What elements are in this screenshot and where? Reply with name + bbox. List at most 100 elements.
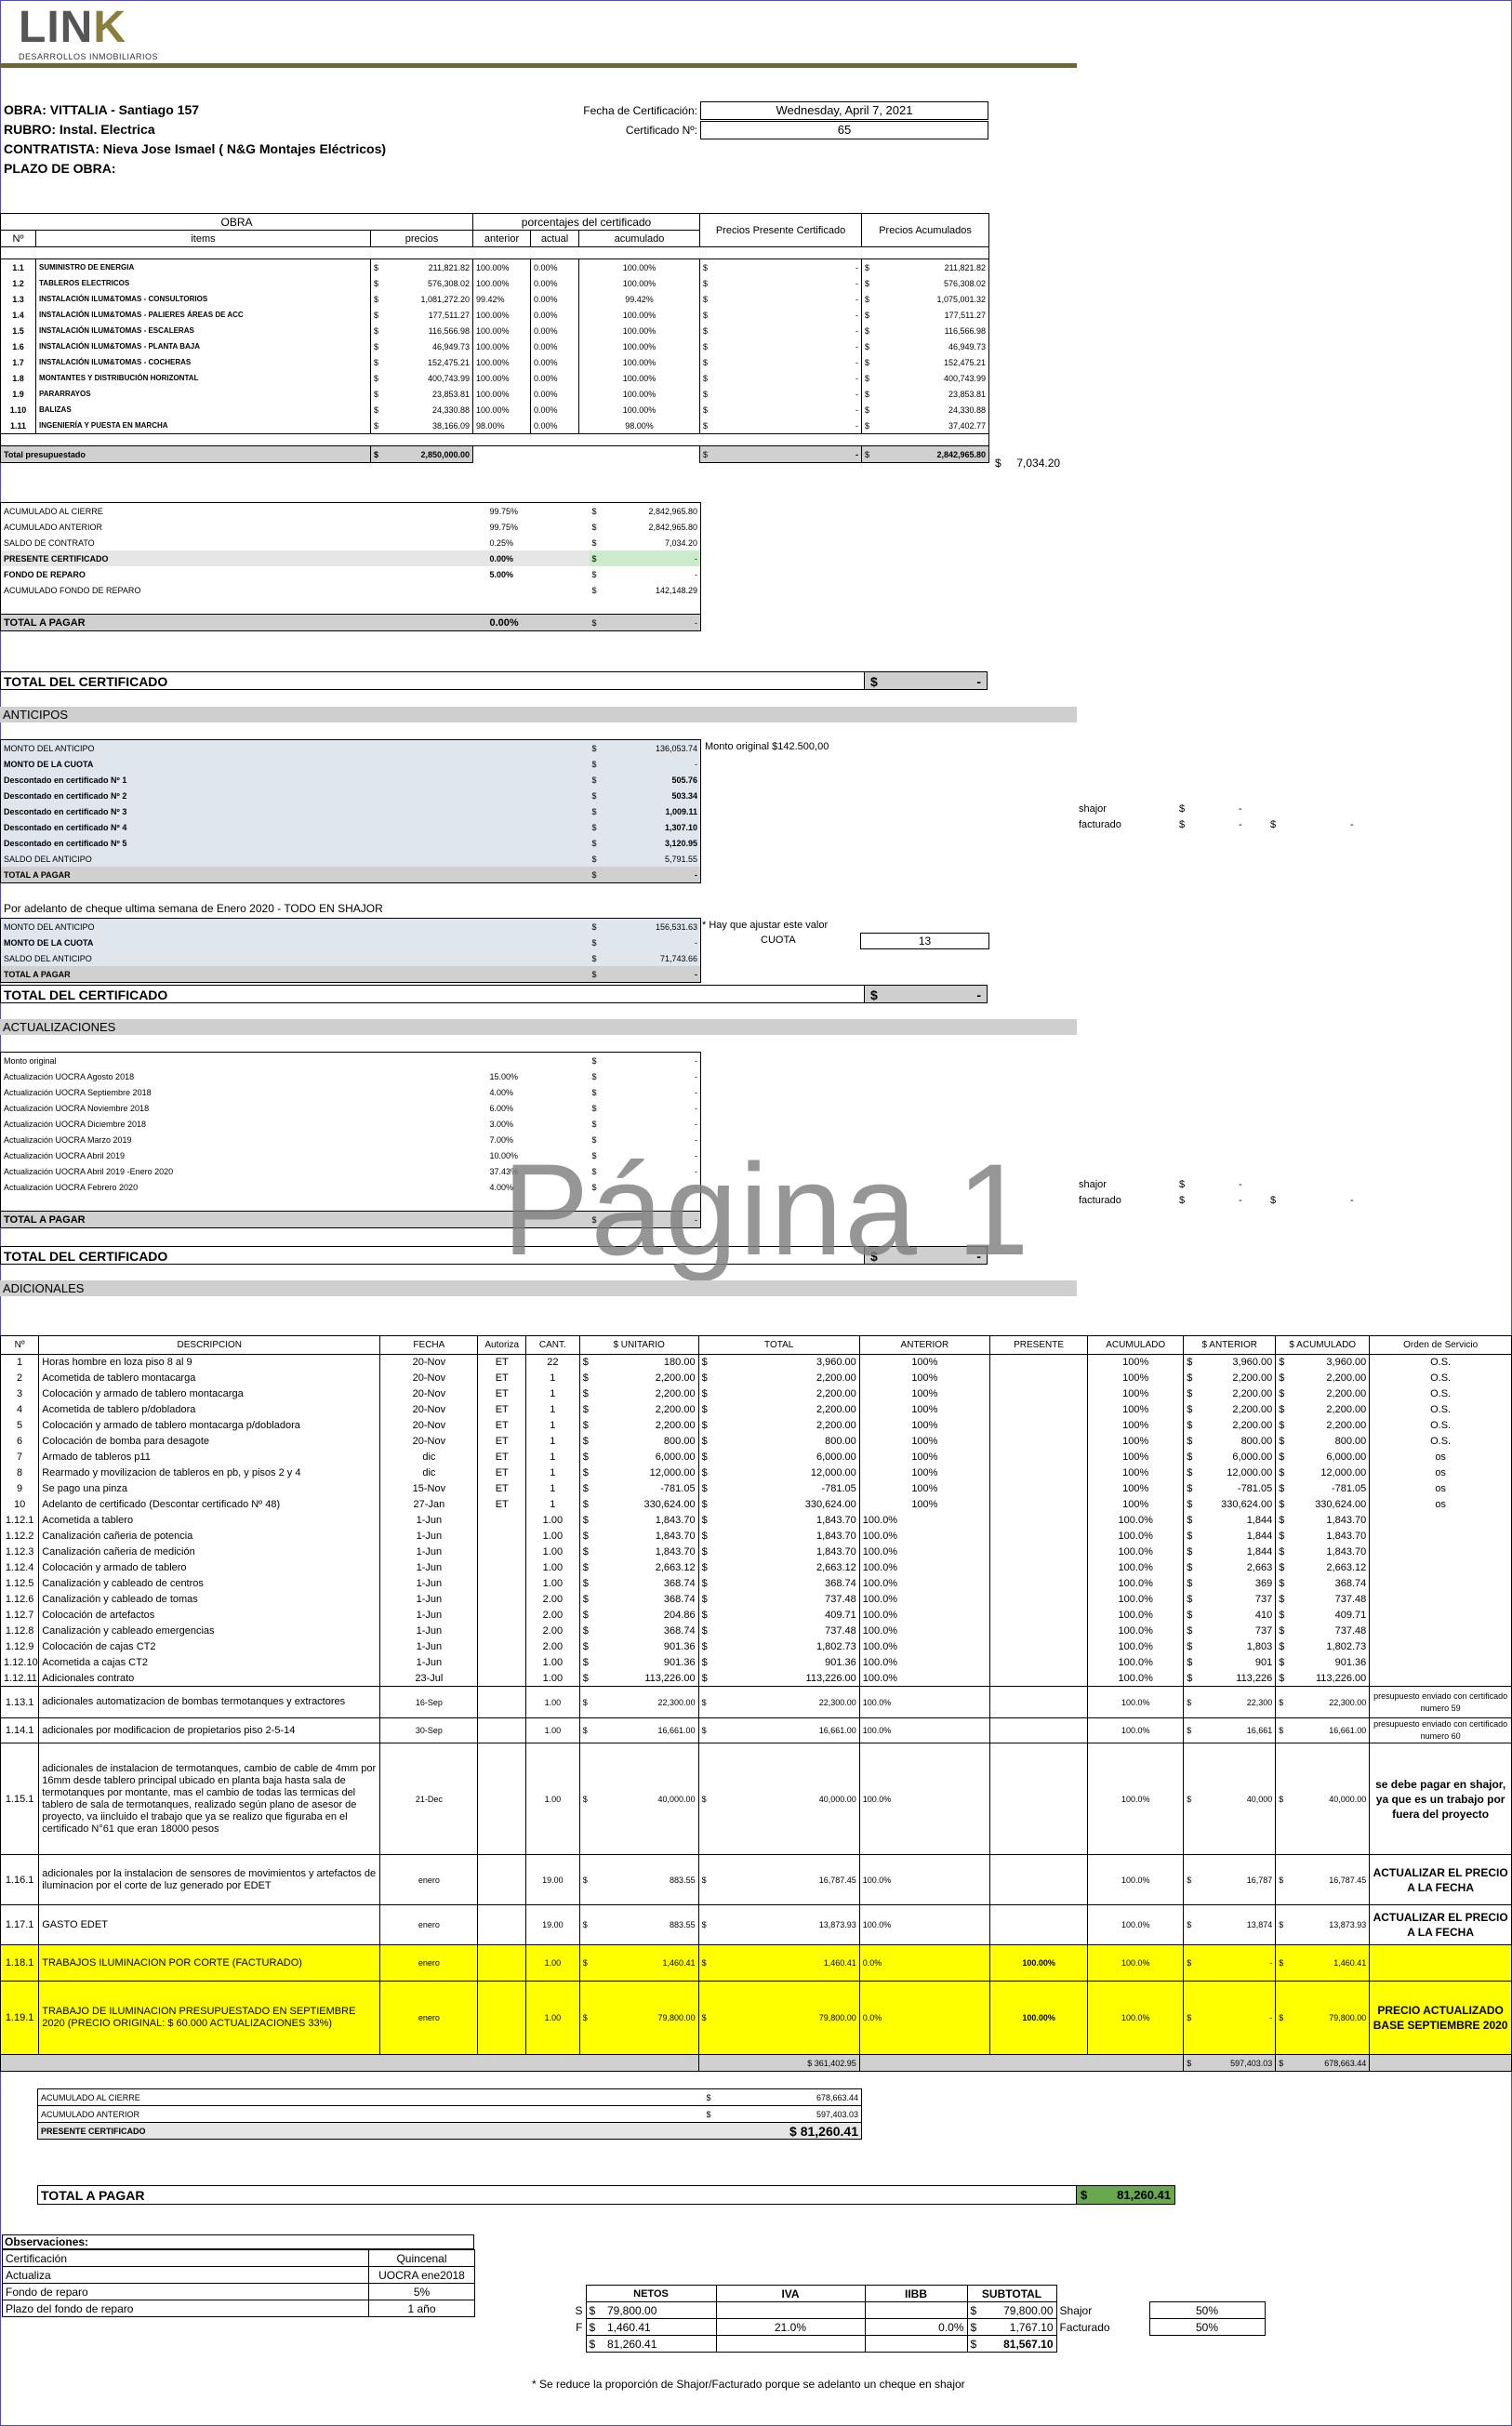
- pct-anterior: 100.00%: [472, 354, 531, 370]
- anticipo-label: MONTO DE LA CUOTA: [0, 756, 590, 772]
- adicional-row: 7 Armado de tableros p11 dic ET 1 $6,000.00 $6…: [0, 1449, 1512, 1465]
- adicional-unitario: 6,000.00: [655, 1452, 696, 1463]
- currency-symbol: $: [1275, 1449, 1295, 1465]
- item-name: INSTALACIÓN ILUM&TOMAS - CONSULTORIOS: [35, 291, 371, 307]
- adicional-autoriza: ET: [477, 1417, 526, 1434]
- item-price: $576,308.02: [370, 275, 473, 291]
- anticipo-label: TOTAL A PAGAR: [0, 867, 590, 883]
- adicional-acumulado: 100.0%: [1087, 1670, 1184, 1687]
- currency-symbol: $: [699, 323, 723, 338]
- currency-symbol: $: [585, 2301, 604, 2319]
- adicional-cantidad: 1.00: [525, 1670, 580, 1687]
- currency-symbol: $: [1183, 1944, 1203, 1982]
- spacer-row: [0, 246, 990, 259]
- cert-number-label: Certificado Nº:: [625, 124, 697, 137]
- observacion-value: 5%: [368, 2283, 475, 2300]
- orden-servicio: O.S.: [1369, 1401, 1512, 1418]
- adicional-fecha: 20-Nov: [379, 1417, 478, 1434]
- orden-servicio: O.S.: [1369, 1385, 1512, 1402]
- adicional-total: 12,000.00: [810, 1467, 856, 1478]
- cert-number-value: 65: [700, 121, 988, 139]
- item-price: $23,853.81: [370, 386, 473, 402]
- adicional-unitario: 180.00: [663, 1357, 696, 1369]
- adicional-fecha: 20-Nov: [379, 1354, 478, 1371]
- item-number: 1.8: [0, 370, 36, 386]
- adicional-autoriza: [477, 1591, 526, 1608]
- adicional-presente: [988, 1528, 1088, 1544]
- currency-symbol: $: [1275, 1686, 1295, 1718]
- adicional-anterior: 100.0%: [858, 1512, 990, 1529]
- currency-symbol: $: [861, 291, 884, 307]
- adicional-total: 16,661.00: [717, 1717, 860, 1743]
- adicional-fecha: enero: [379, 1944, 478, 1982]
- adicional-cantidad: 1.00: [525, 1944, 580, 1982]
- orden-servicio: [1369, 1512, 1512, 1529]
- currency-symbol: $: [374, 373, 379, 383]
- currency-symbol: $: [861, 259, 884, 275]
- adicional-fecha: enero: [379, 1904, 478, 1945]
- col-header: Nº: [0, 1335, 40, 1355]
- adicional-total: 901.36: [825, 1657, 856, 1668]
- obra-row: 1.3 INSTALACIÓN ILUM&TOMAS - CONSULTORIOS…: [0, 291, 990, 307]
- currency-symbol: $: [1183, 1717, 1203, 1743]
- adicional-monto-anterior: 737: [1254, 1625, 1273, 1637]
- currency-symbol: $: [703, 2105, 723, 2123]
- item-name: INSTALACIÓN ILUM&TOMAS - PLANTA BAJA: [35, 338, 371, 354]
- adicional-fecha: 20-Nov: [379, 1370, 478, 1386]
- anticipo-label: TOTAL A PAGAR: [0, 966, 590, 983]
- adicional-anterior: 100.0%: [858, 1559, 990, 1576]
- adicional-monto-acumulado: 1,460.41: [1294, 1944, 1370, 1982]
- adicional-presente: [988, 1401, 1088, 1418]
- pct-actual: 0.00%: [530, 418, 579, 434]
- currency-symbol: $: [966, 2301, 987, 2319]
- shajor-label: shajor: [1079, 803, 1107, 815]
- currency-symbol: $: [1183, 1496, 1203, 1513]
- adicional-acumulado: 100%: [1087, 1433, 1184, 1450]
- currency-symbol: $: [1275, 1717, 1295, 1743]
- final-total-bar: TOTAL A PAGAR $81,260.41: [37, 2185, 1175, 2205]
- currency-symbol: $: [591, 790, 597, 801]
- adicional-total: 79,800.00: [717, 1981, 860, 2055]
- adicional-autoriza: ET: [477, 1385, 526, 1402]
- resumen-amount: -: [607, 566, 701, 582]
- price-value: 23,853.81: [431, 389, 470, 399]
- actualizacion-label: Actualización UOCRA Abril 2019 -Enero 20…: [0, 1163, 487, 1179]
- adicional-anterior: 100%: [858, 1433, 990, 1450]
- total-pagar-pct: 0.00%: [486, 614, 590, 631]
- adicional-autoriza: [477, 1686, 526, 1718]
- adicional-number: 1.12.7: [0, 1607, 39, 1624]
- obra-row: 1.5 INSTALACIÓN ILUM&TOMAS - ESCALERAS $11…: [0, 323, 990, 338]
- pct-anterior: 100.00%: [472, 402, 531, 418]
- adicional-row: 1.12.2 Canalización cañeria de potencia 1-…: [0, 1528, 1512, 1544]
- presente-value: -: [855, 389, 859, 399]
- currency-symbol: $: [1183, 1607, 1203, 1624]
- adicional-number: 9: [0, 1480, 39, 1497]
- adicional-monto-anterior: 1,844: [1246, 1515, 1273, 1526]
- currency-symbol: $: [591, 759, 597, 769]
- split-note: * Se reduce la proporción de Shajor/Fact…: [532, 2378, 965, 2391]
- col-header: acumulado: [577, 230, 701, 247]
- pct-acumulado: 100.00%: [577, 354, 700, 370]
- col-header: FECHA: [379, 1335, 479, 1355]
- adicional-monto-anterior: 16,787: [1202, 1854, 1276, 1905]
- price-value: 46,949.73: [431, 341, 470, 351]
- adicional-anterior: 100.0%: [858, 1638, 990, 1655]
- col-header: PRESENTE: [988, 1335, 1089, 1355]
- resumen-pct: 0.00%: [489, 553, 514, 563]
- adicional-unitario: 2,200.00: [655, 1388, 696, 1399]
- pct-anterior: 99.42%: [472, 291, 531, 307]
- currency-symbol: $: [591, 1103, 597, 1113]
- adicional-monto-acumulado: 1,843.70: [1326, 1531, 1367, 1542]
- adicional-cantidad: 1.00: [525, 1654, 580, 1671]
- adicional-cantidad: 2.00: [525, 1623, 580, 1639]
- adicional-monto-anterior: 800.00: [1240, 1436, 1273, 1447]
- resumen-pct: 5.00%: [489, 569, 514, 579]
- acumulado-value: 46,949.73: [883, 338, 990, 354]
- adicional-row: 1.17.1 GASTO EDET enero 19.00 $883.55 $13,873…: [0, 1904, 1512, 1945]
- pct-actual: 0.00%: [530, 354, 579, 370]
- currency-symbol: $: [591, 838, 597, 848]
- pct-actual: 0.00%: [530, 291, 579, 307]
- adicional-number: 1: [0, 1354, 39, 1371]
- adicional-cantidad: 1.00: [525, 1512, 580, 1529]
- anticipo-row: MONTO DE LA CUOTA $ -: [0, 756, 701, 772]
